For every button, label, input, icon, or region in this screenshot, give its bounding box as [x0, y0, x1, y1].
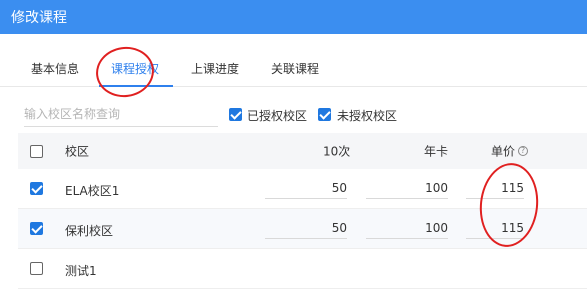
column-header-unit-price: 单价	[491, 144, 516, 159]
unit-price-input[interactable]	[466, 217, 524, 239]
unit-price-input[interactable]	[466, 177, 524, 199]
row-checkbox[interactable]	[30, 182, 43, 195]
tab-course-authorization[interactable]: 课程授权	[111, 60, 159, 77]
annual-card-price-input[interactable]	[366, 217, 448, 239]
campus-name: 测试1	[65, 264, 97, 278]
row-checkbox[interactable]	[30, 222, 43, 235]
ten-sessions-price-input[interactable]	[265, 217, 347, 239]
ten-sessions-price-input[interactable]	[265, 177, 347, 199]
unauthorized-campus-checkbox[interactable]	[318, 108, 331, 121]
tab-basic-info[interactable]: 基本信息	[31, 60, 79, 77]
campus-search-input[interactable]	[24, 101, 218, 127]
unauthorized-campus-label: 未授权校区	[337, 109, 398, 123]
select-all-checkbox[interactable]	[30, 145, 43, 158]
campus-name: 保利校区	[65, 224, 114, 238]
page-title: 修改课程	[11, 10, 67, 26]
row-checkbox[interactable]	[30, 262, 43, 275]
authorized-campus-label: 已授权校区	[247, 109, 308, 123]
question-circle-icon[interactable]: ?	[518, 146, 528, 156]
annual-card-price-input[interactable]	[366, 177, 448, 199]
column-header-campus: 校区	[65, 144, 90, 159]
tab-class-progress[interactable]: 上课进度	[191, 60, 239, 77]
active-tab-indicator	[99, 85, 173, 87]
tab-related-courses[interactable]: 关联课程	[271, 60, 319, 77]
authorized-campus-checkbox[interactable]	[229, 108, 242, 121]
column-header-ten-sessions: 10次	[323, 144, 351, 159]
column-header-annual-card: 年卡	[424, 144, 449, 159]
title-bar: 修改课程	[0, 0, 587, 34]
table-row	[18, 249, 587, 289]
tab-bar: 基本信息 课程授权 上课进度 关联课程	[0, 34, 587, 87]
campus-name: ELA校区1	[65, 184, 120, 198]
